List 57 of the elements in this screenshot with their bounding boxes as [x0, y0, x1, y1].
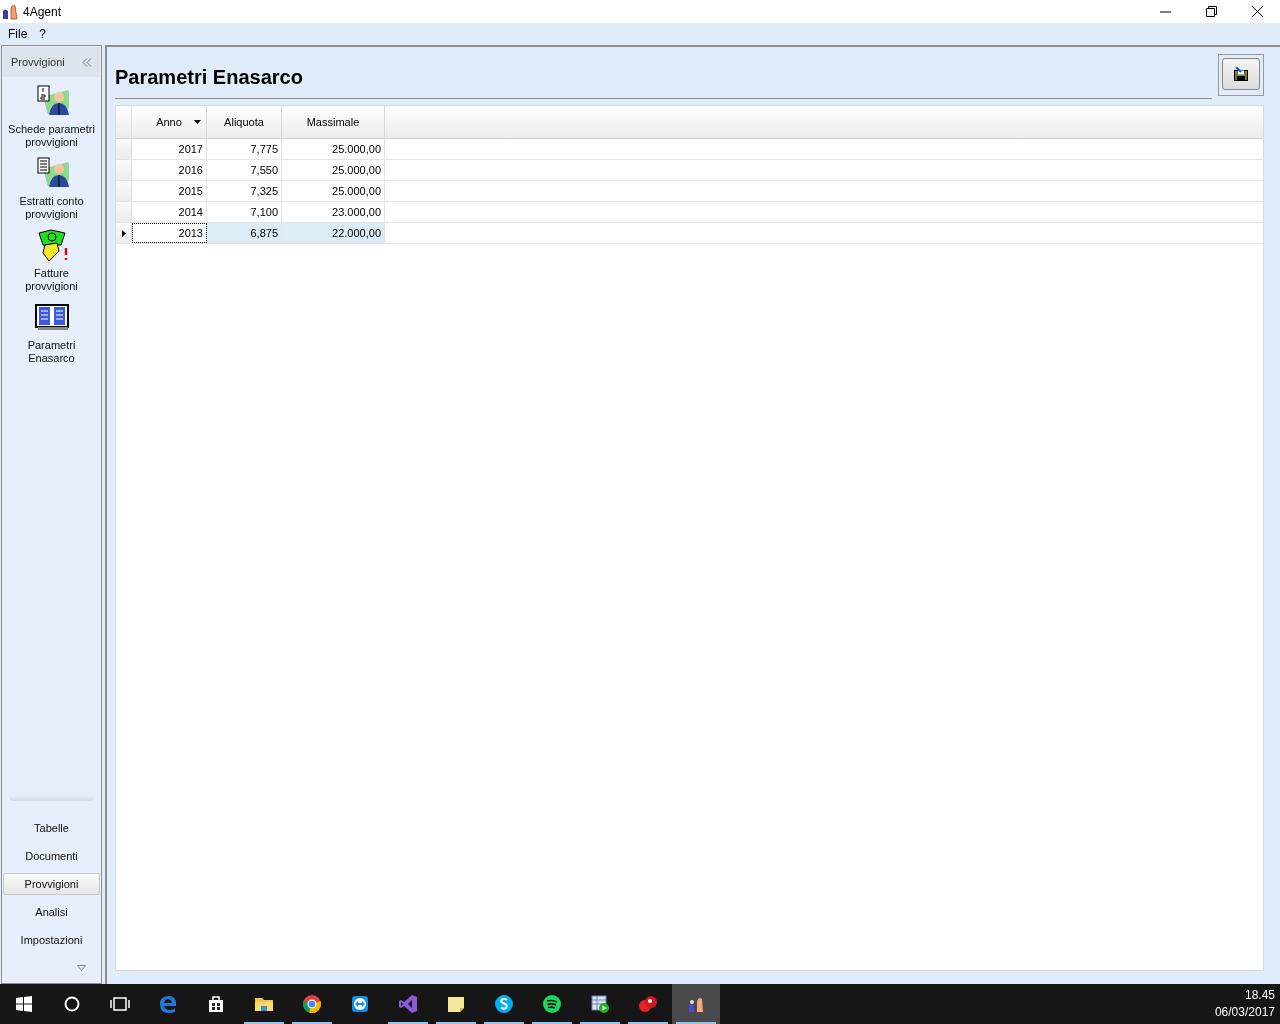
table-cell: 22.000,00	[282, 223, 385, 243]
section-button[interactable]: Documenti	[3, 845, 100, 867]
sound-waves-icon	[542, 994, 562, 1014]
column-header[interactable]: Massimale	[282, 106, 385, 138]
clock-time[interactable]: 18.45	[1244, 987, 1275, 1004]
clock-date[interactable]: 06/03/2017	[1214, 1004, 1275, 1021]
browser-e-icon	[158, 994, 178, 1014]
table-cell: 6,875	[207, 223, 282, 243]
table-cell: 2014	[132, 202, 207, 222]
person-with-cash-icon	[34, 85, 69, 117]
more-options-icon[interactable]	[77, 965, 86, 971]
navigation-item[interactable]: Estratti conto provvigioni	[3, 157, 100, 221]
navigation-item[interactable]: Schede parametri provvigioni	[3, 85, 100, 149]
menu-item[interactable]: File	[2, 24, 34, 44]
save-icon	[1234, 67, 1248, 81]
section-button[interactable]: Impostazioni	[3, 929, 100, 951]
navigation-item[interactable]: Parametri Enasarco	[3, 301, 100, 365]
pane-header: Provvigioni	[11, 54, 65, 70]
table-cell: 7,100	[207, 202, 282, 222]
letter-s-bubble-icon	[494, 994, 514, 1014]
table-cell: 7,550	[207, 160, 282, 180]
sticky-note-icon	[446, 994, 466, 1014]
column-header[interactable]: Anno	[132, 106, 207, 138]
section-button[interactable]: Analisi	[3, 901, 100, 923]
section-button[interactable]: Tabelle	[3, 817, 100, 839]
page-title: Parametri Enasarco	[115, 64, 303, 90]
shopping-bag-icon	[206, 994, 226, 1014]
open-book-icon	[34, 301, 69, 333]
blob-icon	[638, 994, 658, 1014]
app-logo-icon	[2, 3, 19, 20]
column-header[interactable]: Aliquota	[207, 106, 282, 138]
table-with-play-icon	[590, 994, 610, 1014]
task-view-icon	[110, 994, 130, 1014]
close-icon	[1251, 6, 1263, 17]
table-cell: 25.000,00	[282, 139, 385, 159]
infinity-ribbon-icon	[398, 994, 418, 1014]
table-cell: 7,325	[207, 181, 282, 201]
person-with-document-icon	[34, 157, 69, 189]
section-button[interactable]: Provvigioni	[3, 873, 100, 895]
table-cell: 2015	[132, 181, 207, 201]
minimize-icon	[1159, 10, 1171, 13]
restore-icon	[1205, 6, 1217, 17]
row-selector[interactable]	[116, 223, 132, 243]
save-button[interactable]	[1222, 58, 1260, 90]
table-cell: 23.000,00	[282, 202, 385, 222]
table-cell: 7,775	[207, 139, 282, 159]
windows-logo-icon	[14, 994, 34, 1014]
table-cell: 25.000,00	[282, 181, 385, 201]
table-cell: 25.000,00	[282, 160, 385, 180]
table-cell: 2016	[132, 160, 207, 180]
chrome-logo-icon	[302, 994, 322, 1014]
row-pointer-icon	[121, 229, 126, 237]
table-cell: 2017	[132, 139, 207, 159]
window-title: 4Agent	[23, 3, 62, 21]
circle-icon	[62, 994, 82, 1014]
menu-item[interactable]: ?	[33, 24, 53, 44]
navigation-item[interactable]: Fatture provvigioni	[3, 229, 100, 293]
